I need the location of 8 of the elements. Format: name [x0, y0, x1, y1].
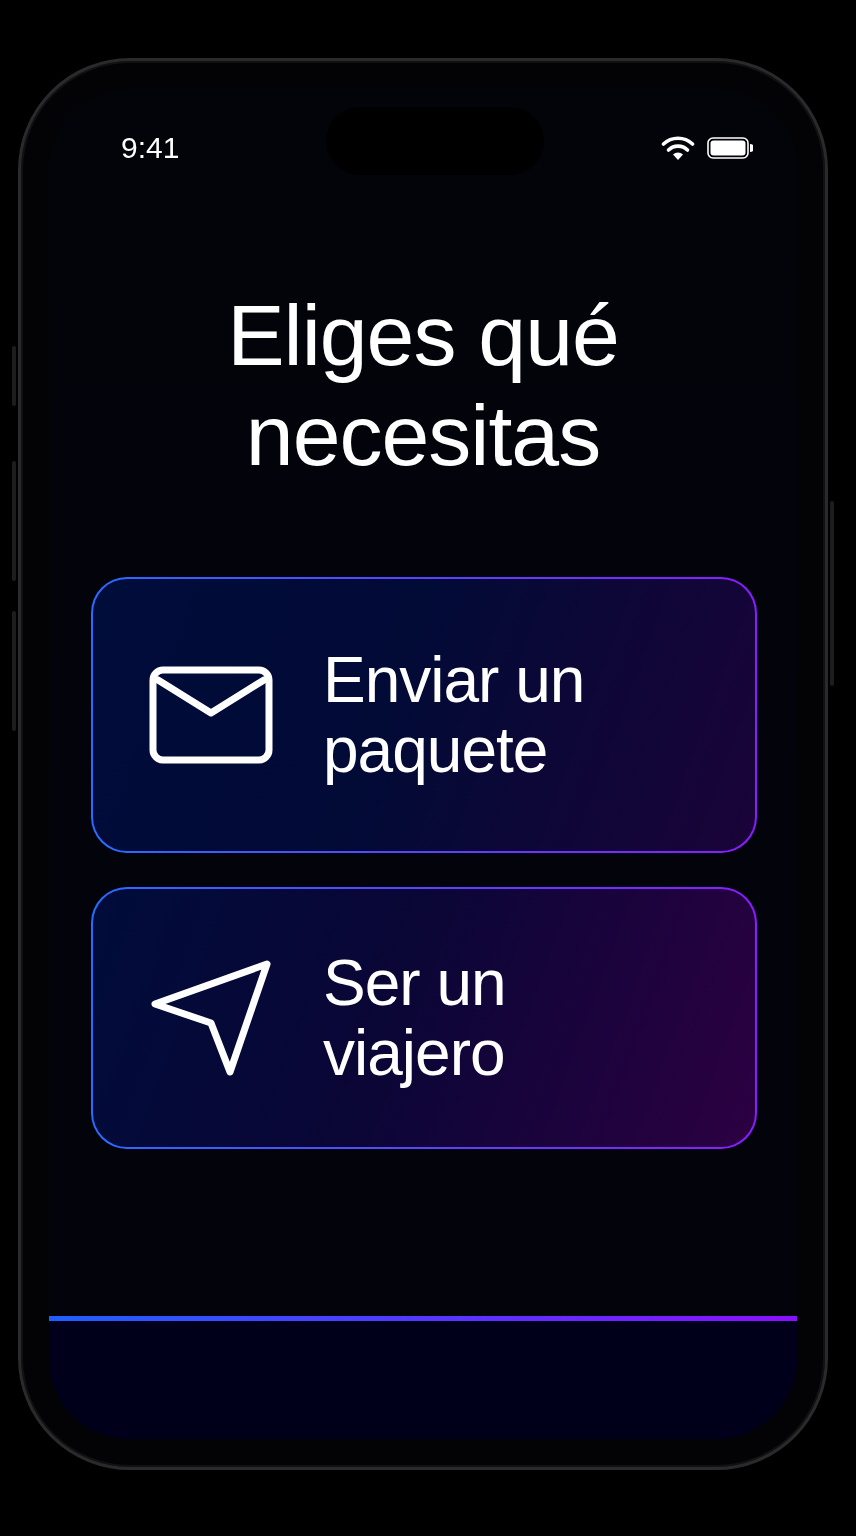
- envelope-icon: [149, 666, 273, 764]
- wifi-icon: [661, 135, 695, 161]
- send-arrow-icon: [149, 959, 273, 1077]
- option-card[interactable]: Enviar un paquete: [91, 577, 757, 853]
- battery-icon: [707, 137, 753, 159]
- option-card[interactable]: Ser un viajero: [91, 887, 757, 1149]
- screen-title: Eliges qué necesitas: [226, 286, 620, 485]
- status-time: 9:41: [121, 131, 180, 165]
